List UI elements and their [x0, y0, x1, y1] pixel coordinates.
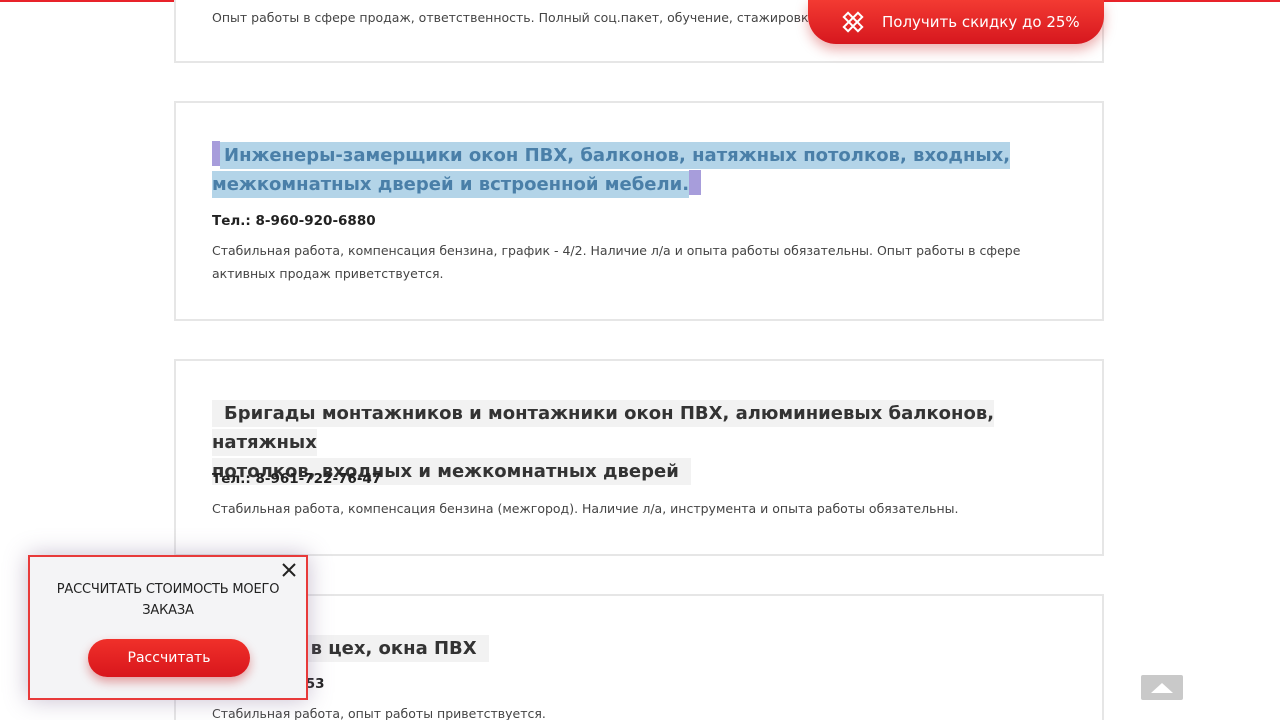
job-description: Опыт работы в сфере продаж, ответственно…: [212, 10, 828, 25]
job-description: Стабильная работа, компенсация бензина (…: [212, 501, 959, 516]
job-card: Бригады монтажников и монтажники окон ПВ…: [174, 359, 1104, 556]
calc-popup-text: РАССЧИТАТЬ СТОИМОСТЬ МОЕГО ЗАКАЗА: [30, 579, 306, 621]
ruler-pencil-icon: [842, 11, 864, 33]
job-description-line: Стабильная работа, компенсация бензина, …: [212, 243, 1021, 258]
job-description-line: активных продаж приветствуется.: [212, 266, 444, 281]
discount-button[interactable]: Получить скидку до 25%: [808, 0, 1104, 44]
job-phone: Тел.: 8-960-920-6880: [212, 213, 376, 229]
job-description: Стабильная работа, компенсация бензина, …: [212, 239, 1020, 285]
job-title: Инженеры-замерщики окон ПВХ, балконов, н…: [212, 141, 1012, 199]
page: Опыт работы в сфере продаж, ответственно…: [0, 0, 1280, 720]
job-title-line: Инженеры-замерщики окон ПВХ, балконов, н…: [220, 142, 1011, 169]
calc-popup-text-line: РАССЧИТАТЬ СТОИМОСТЬ МОЕГО: [56, 582, 280, 597]
job-title-line: межкомнатных дверей и встроенной мебели.: [212, 171, 690, 198]
scroll-top-button[interactable]: [1141, 675, 1183, 700]
selection-edge: [689, 170, 702, 195]
job-title-line: Бригады монтажников и монтажники окон ПВ…: [212, 400, 995, 456]
calc-popup-text-line: ЗАКАЗА: [142, 603, 194, 618]
close-icon[interactable]: [280, 561, 298, 579]
calc-popup: РАССЧИТАТЬ СТОИМОСТЬ МОЕГО ЗАКАЗА Рассчи…: [28, 555, 308, 700]
selection-edge: [212, 141, 220, 166]
job-card: Инженеры-замерщики окон ПВХ, балконов, н…: [174, 101, 1104, 321]
job-description: Стабильная работа, опыт работы приветств…: [212, 706, 546, 720]
job-card: о в цех, окна ПВХ 2-7653 Стабильная рабо…: [174, 594, 1104, 720]
job-phone: Тел.: 8-961-722-76-47: [212, 471, 382, 487]
calculate-button[interactable]: Рассчитать: [88, 639, 250, 677]
triangle-up-icon: [1151, 682, 1173, 693]
discount-button-label: Получить скидку до 25%: [882, 13, 1080, 31]
